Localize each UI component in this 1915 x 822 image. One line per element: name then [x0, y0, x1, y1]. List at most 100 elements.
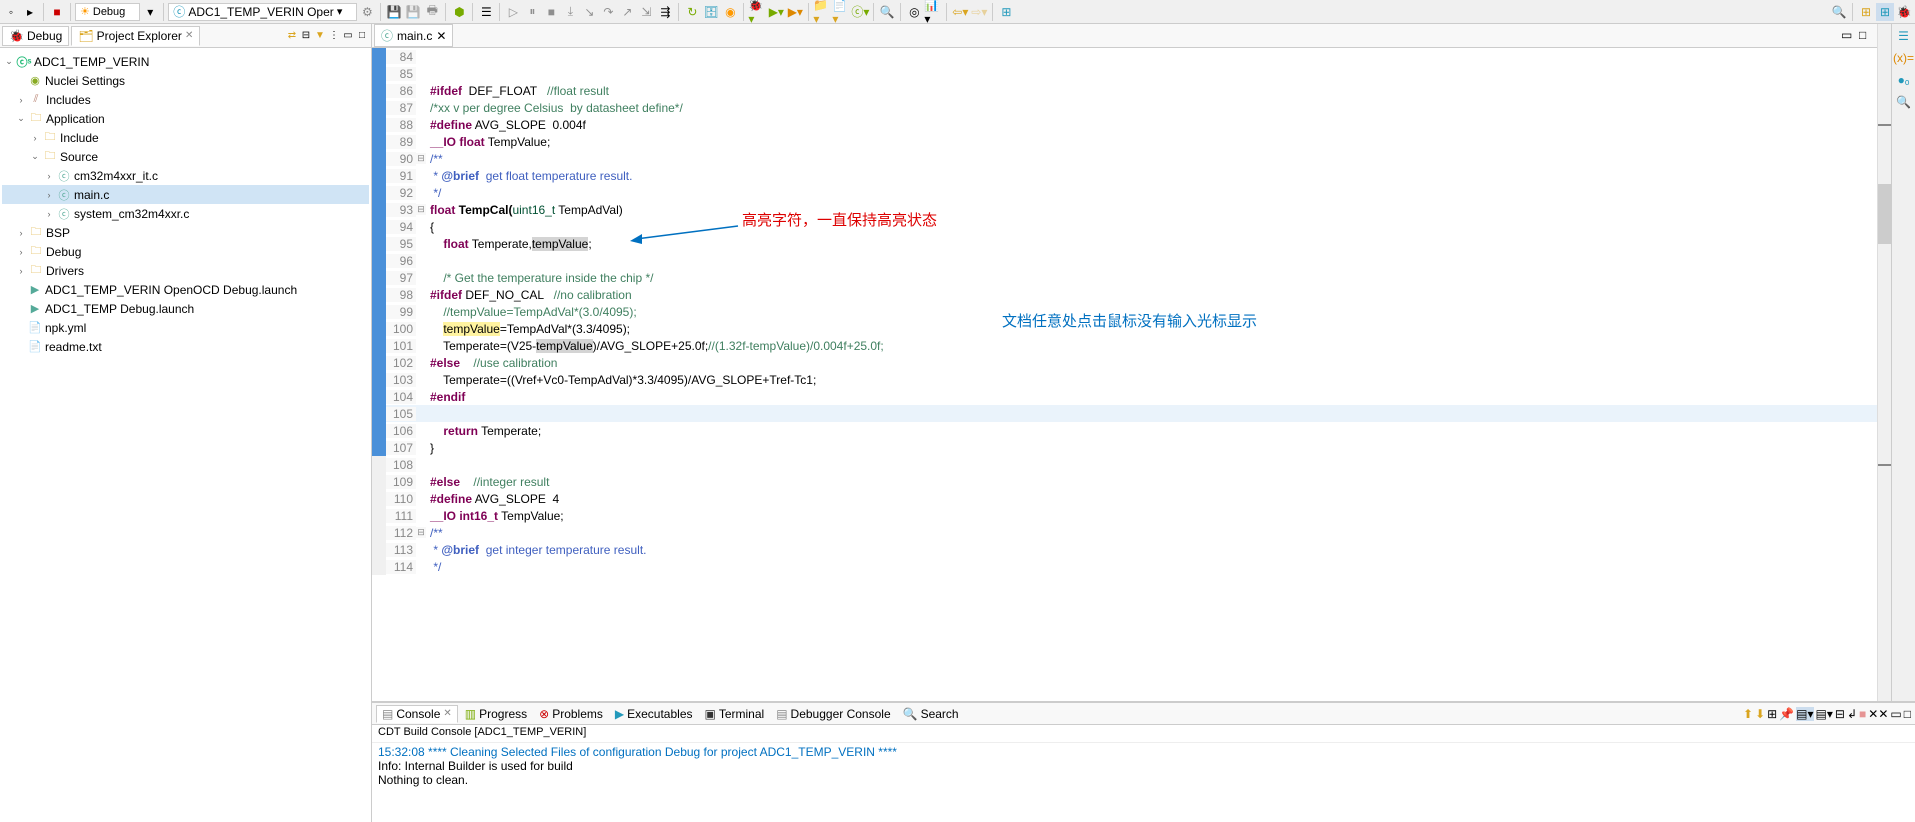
- run-icon[interactable]: ▶▾: [767, 3, 785, 21]
- restart-icon[interactable]: ↻: [683, 3, 701, 21]
- persp2-icon[interactable]: ⊞: [1876, 3, 1894, 21]
- max-icon[interactable]: □: [1904, 707, 1911, 721]
- tab-debugger-console[interactable]: ▤Debugger Console: [771, 706, 895, 722]
- display-icon[interactable]: ▤▾: [1796, 707, 1813, 721]
- tree-application[interactable]: ⌄🗀Application: [2, 109, 369, 128]
- ext-icon[interactable]: ▶▾: [786, 3, 804, 21]
- lineno: 108: [386, 458, 416, 472]
- disconnect-icon[interactable]: ⤓: [561, 3, 579, 21]
- gear-icon[interactable]: ⚙: [358, 3, 376, 21]
- breakpoints-icon[interactable]: ●ₒ: [1896, 72, 1912, 88]
- tree-npk[interactable]: 📄npk.yml: [2, 318, 369, 337]
- toggle-icon[interactable]: ☰: [477, 3, 495, 21]
- tree-bsp[interactable]: ›🗀BSP: [2, 223, 369, 242]
- db-icon[interactable]: 🗄: [702, 3, 720, 21]
- launch-config-combo[interactable]: ⓒ ADC1_TEMP_VERIN Oper ▾: [168, 3, 357, 21]
- save-all-icon[interactable]: 💾: [404, 3, 422, 21]
- quick-access-icon[interactable]: 🔍: [1830, 3, 1848, 21]
- search-tool-icon[interactable]: 🔍: [878, 3, 896, 21]
- console-body[interactable]: 15:32:08 **** Cleaning Selected Files of…: [372, 743, 1915, 822]
- pin-icon[interactable]: 📌: [1779, 707, 1794, 721]
- menu-icon[interactable]: ⋮: [327, 29, 341, 43]
- minimize-icon[interactable]: ▭: [1841, 28, 1857, 44]
- remove-all-icon[interactable]: ✕✕: [1868, 707, 1888, 721]
- minimize-icon[interactable]: ▭: [341, 29, 355, 43]
- tree-project[interactable]: ⌄ⓒˢADC1_TEMP_VERIN: [2, 52, 369, 71]
- close-icon[interactable]: ✕: [185, 30, 193, 41]
- link-editor-icon[interactable]: ⇄: [285, 29, 299, 43]
- scroll-up-icon[interactable]: ⬆: [1743, 707, 1753, 721]
- terminate2-icon[interactable]: ■: [1859, 707, 1866, 721]
- tab-console[interactable]: ▤Console✕: [376, 705, 458, 723]
- prof-icon[interactable]: 📊▾: [924, 3, 942, 21]
- lineno: 109: [386, 475, 416, 489]
- filter-icon[interactable]: ▼: [313, 29, 327, 43]
- save-icon[interactable]: 💾: [385, 3, 403, 21]
- instr-icon[interactable]: ⇶: [656, 3, 674, 21]
- tree-file-main[interactable]: ›ⓒmain.c: [2, 185, 369, 204]
- new-class-icon[interactable]: ⓒ▾: [851, 3, 869, 21]
- suspend-icon[interactable]: ⏸: [523, 3, 541, 21]
- tab-project-explorer[interactable]: 🗂Project Explorer✕: [71, 26, 200, 46]
- editor-tab-main[interactable]: ⓒmain.c✕: [374, 24, 453, 47]
- persp-icon[interactable]: ⊞: [997, 3, 1015, 21]
- tree-source[interactable]: ⌄🗀Source: [2, 147, 369, 166]
- tree-debug[interactable]: ›🗀Debug: [2, 242, 369, 261]
- expr-icon[interactable]: 🔍: [1896, 94, 1912, 110]
- nuclei-icon[interactable]: ◉: [721, 3, 739, 21]
- tree-nuclei[interactable]: ◉Nuclei Settings: [2, 71, 369, 90]
- mark-icon[interactable]: ◎: [905, 3, 923, 21]
- lock-scroll-icon[interactable]: ⊟: [1835, 707, 1845, 721]
- tab-terminal[interactable]: ▣Terminal: [700, 706, 770, 722]
- tree-file-it[interactable]: ›ⓒcm32m4xxr_it.c: [2, 166, 369, 185]
- maximize-icon[interactable]: □: [1859, 28, 1875, 44]
- persp3-icon[interactable]: 🐞: [1895, 3, 1913, 21]
- tree-launch2[interactable]: ▶ADC1_TEMP Debug.launch: [2, 299, 369, 318]
- nav-back-icon[interactable]: ⇦▾: [951, 3, 969, 21]
- close-icon[interactable]: ✕: [436, 29, 446, 43]
- tree-drivers[interactable]: ›🗀Drivers: [2, 261, 369, 280]
- lineno: 104: [386, 390, 416, 404]
- resume-icon[interactable]: ▷: [504, 3, 522, 21]
- bug-icon[interactable]: 🐞▾: [748, 3, 766, 21]
- step-over-icon[interactable]: ↷: [599, 3, 617, 21]
- min-icon[interactable]: ▭: [1890, 707, 1901, 721]
- step-return-icon[interactable]: ↗: [618, 3, 636, 21]
- tab-debug[interactable]: 🐞Debug: [2, 26, 69, 46]
- close-icon[interactable]: ✕: [443, 708, 451, 719]
- overview-ruler[interactable]: [1877, 24, 1891, 701]
- tab-executables[interactable]: ▶Executables: [610, 706, 698, 722]
- tab-problems[interactable]: ⊗Problems: [534, 706, 608, 722]
- maximize-icon[interactable]: □: [355, 29, 369, 43]
- tree-launch1[interactable]: ▶ADC1_TEMP_VERIN OpenOCD Debug.launch: [2, 280, 369, 299]
- nav-fwd-icon[interactable]: ⇨▾: [970, 3, 988, 21]
- step-into-icon[interactable]: ↘: [580, 3, 598, 21]
- scroll-down-icon[interactable]: ⬇: [1755, 707, 1765, 721]
- terminate-icon[interactable]: ■: [542, 3, 560, 21]
- collapse-all-icon[interactable]: ⊟: [299, 29, 313, 43]
- tree-includes[interactable]: ›⫽Includes: [2, 90, 369, 109]
- new-src-icon[interactable]: 📄▾: [832, 3, 850, 21]
- clear-icon[interactable]: ⊞: [1767, 707, 1777, 721]
- tree-readme[interactable]: 📄readme.txt: [2, 337, 369, 356]
- drop-icon[interactable]: ⇲: [637, 3, 655, 21]
- new-proj-icon[interactable]: 📁▾: [813, 3, 831, 21]
- tab-search[interactable]: 🔍Search: [898, 706, 964, 722]
- vars-icon[interactable]: (x)=: [1896, 50, 1912, 66]
- build-icon[interactable]: ⬢: [450, 3, 468, 21]
- wrap-icon[interactable]: ↲: [1847, 707, 1857, 721]
- code-editor[interactable]: 高亮字符，一直保持高亮状态 文档任意处点击鼠标没有输入光标显示 84 85 86…: [372, 48, 1877, 701]
- tree-include[interactable]: ›🗀Include: [2, 128, 369, 147]
- tree-file-sys[interactable]: ›ⓒsystem_cm32m4xxr.c: [2, 204, 369, 223]
- run-dropdown-icon[interactable]: ▾: [141, 3, 159, 21]
- project-tree[interactable]: ⌄ⓒˢADC1_TEMP_VERIN ◉Nuclei Settings ›⫽In…: [0, 48, 371, 822]
- back-icon[interactable]: ◦: [2, 3, 20, 21]
- forward-icon[interactable]: ▸: [21, 3, 39, 21]
- debug-config-combo[interactable]: Debug: [75, 3, 140, 21]
- print-icon[interactable]: 🖶: [423, 3, 441, 21]
- remove-icon[interactable]: ▤▾: [1816, 707, 1833, 721]
- persp1-icon[interactable]: ⊞: [1857, 3, 1875, 21]
- outline-icon[interactable]: ☰: [1896, 28, 1912, 44]
- tab-progress[interactable]: ▥Progress: [460, 706, 532, 722]
- stop-icon[interactable]: ■: [48, 3, 66, 21]
